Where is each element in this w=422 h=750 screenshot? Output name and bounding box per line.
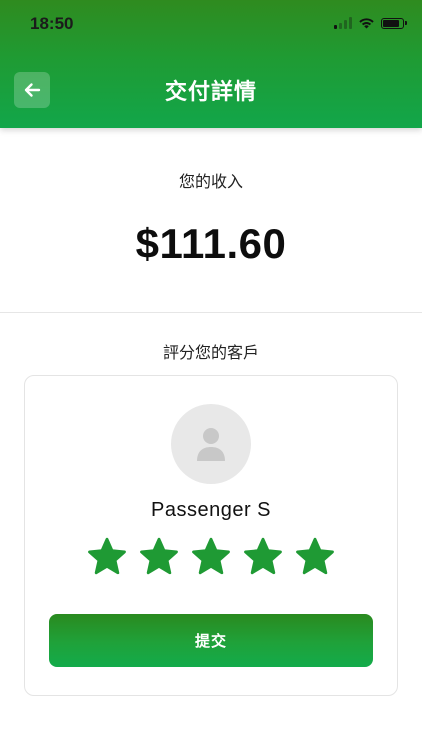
income-amount: $111.60 [135,220,287,267]
status-time: 18:50 [30,14,74,33]
signal-icon [334,17,352,29]
income-label: 您的收入 [178,172,243,191]
star-icon[interactable] [242,536,284,578]
passenger-name: Passenger S [150,499,271,521]
avatar [171,404,251,484]
star-icon[interactable] [294,536,336,578]
star-icon[interactable] [138,536,180,578]
submit-button[interactable]: 提交 [49,614,373,667]
star-icon[interactable] [86,536,128,578]
rating-card: Passenger S 提交 [24,375,398,696]
wifi-icon [359,18,374,29]
status-bar: 18:50 [0,0,422,50]
person-icon [197,428,225,461]
section-divider [0,312,422,313]
app-header: 18:50 交付詳情 [0,0,422,128]
star-icon[interactable] [190,536,232,578]
star-rating[interactable] [25,536,397,578]
page-title: 交付詳情 [164,80,257,105]
status-icons [334,17,407,29]
battery-icon [381,17,407,29]
rate-customer-label: 評分您的客戶 [162,343,259,362]
